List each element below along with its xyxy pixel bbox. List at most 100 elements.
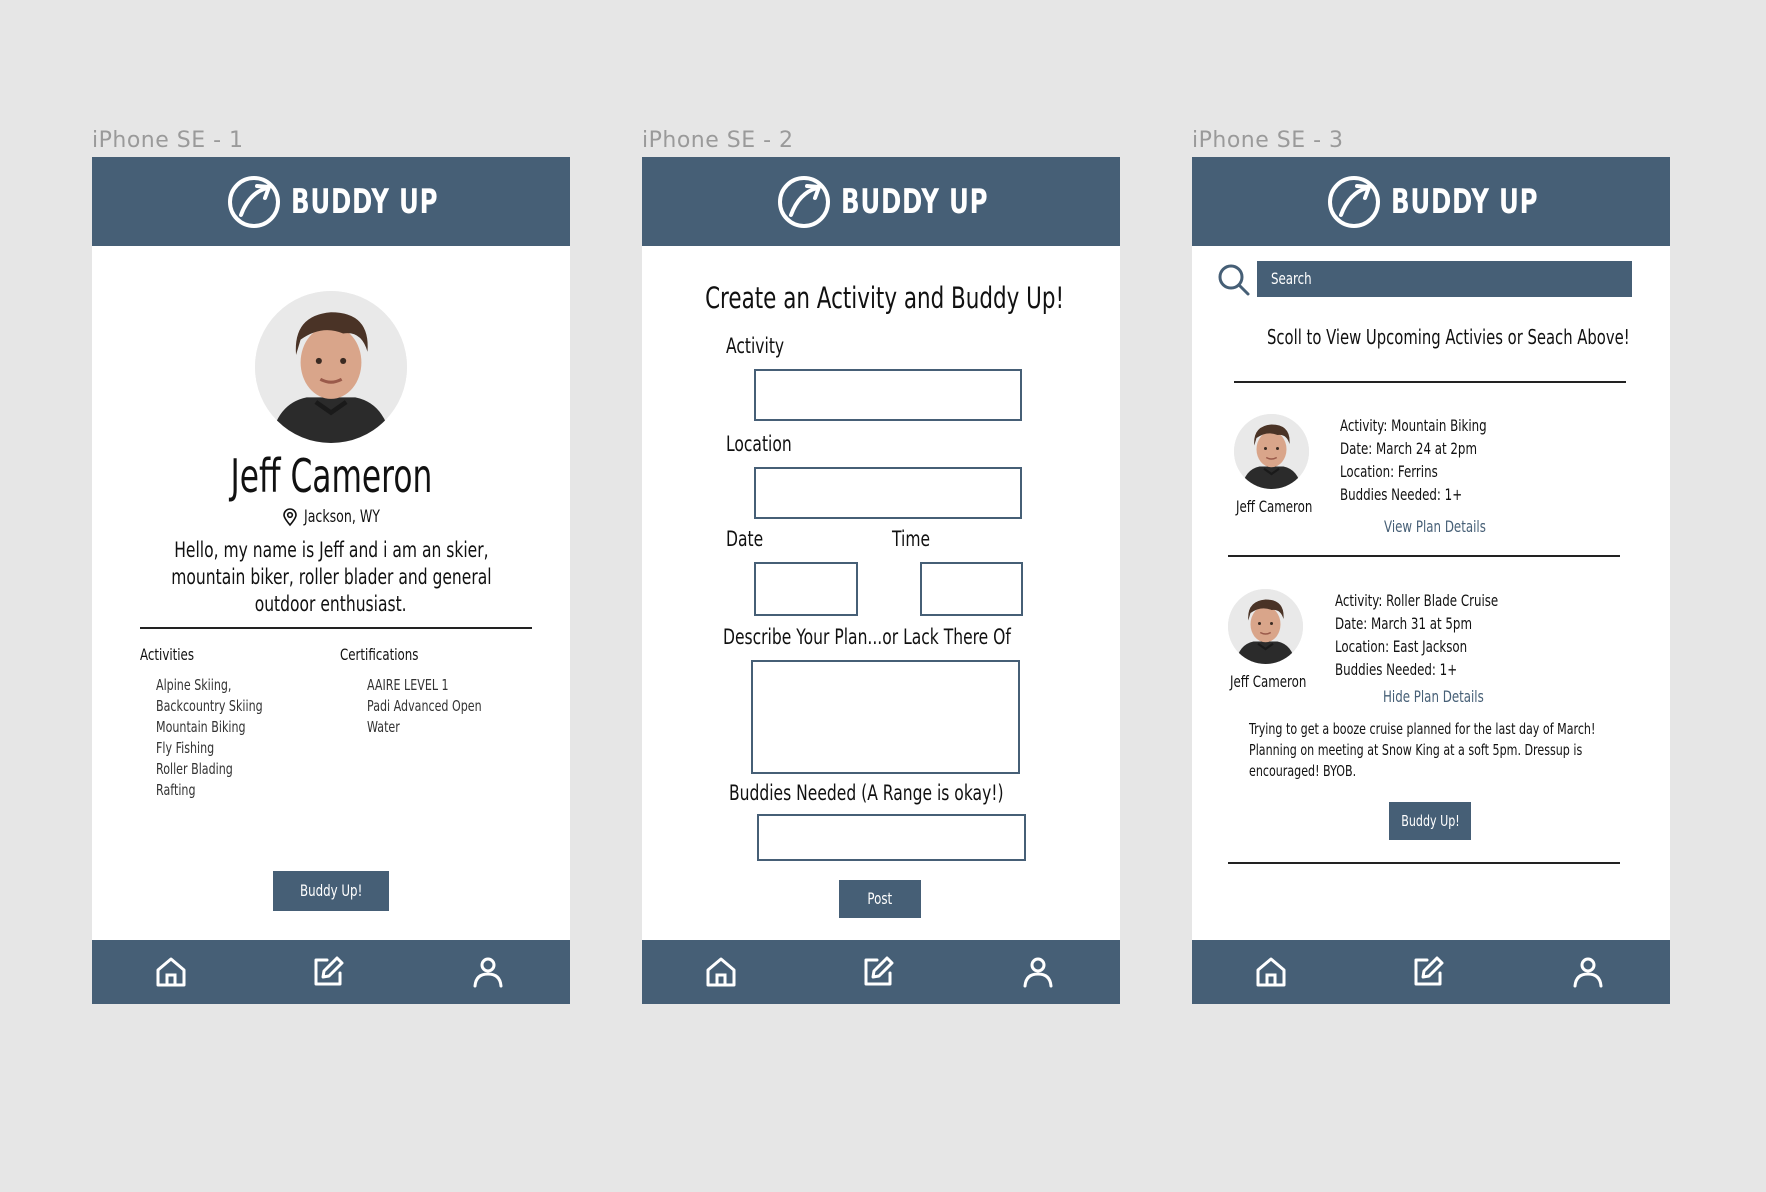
edit-icon[interactable] xyxy=(860,954,896,990)
home-icon[interactable] xyxy=(703,954,739,990)
list-item: Rafting xyxy=(156,781,196,799)
bottom-nav xyxy=(642,940,1120,1004)
home-icon[interactable] xyxy=(1253,954,1289,990)
post-buddies: Buddies Needed: 1+ xyxy=(1335,660,1458,679)
divider xyxy=(1234,381,1626,383)
buddies-label: Buddies Needed (A Range is okay!) xyxy=(729,781,1004,805)
list-item: AAIRE LEVEL 1 xyxy=(367,676,449,694)
profile-bio: Hello, my name is Jeff and i am an skier… xyxy=(92,537,570,618)
date-input[interactable] xyxy=(754,562,858,616)
feed-subtitle: Scoll to View Upcoming Activies or Seach… xyxy=(1267,325,1630,349)
post-buddies: Buddies Needed: 1+ xyxy=(1340,485,1463,504)
details-line: Trying to get a booze cruise planned for… xyxy=(1249,720,1596,738)
avatar-photo xyxy=(1228,589,1303,664)
user-icon[interactable] xyxy=(470,954,506,990)
avatar-photo xyxy=(255,291,407,443)
arrow-circle-logo-icon xyxy=(777,175,831,229)
list-item: Mountain Biking xyxy=(156,718,246,736)
list-item: Alpine Skiing, xyxy=(156,676,232,694)
search-icon[interactable] xyxy=(1217,263,1251,297)
divider xyxy=(140,627,532,629)
buddy-up-button-label: Buddy Up! xyxy=(299,881,363,900)
activities-heading: Activities xyxy=(140,645,195,664)
describe-label: Describe Your Plan...or Lack There Of xyxy=(723,625,1011,649)
post-user: Jeff Cameron xyxy=(1236,497,1313,516)
bottom-nav xyxy=(92,940,570,1004)
app-header: BUDDY UP xyxy=(642,157,1120,246)
list-item: Water xyxy=(367,718,400,736)
describe-textarea[interactable] xyxy=(751,660,1020,774)
post-activity: Activity: Mountain Biking xyxy=(1340,416,1487,435)
list-item: Roller Blading xyxy=(156,760,233,778)
toggle-label: Hide Plan Details xyxy=(1383,687,1484,706)
list-item: Backcountry Skiing xyxy=(156,697,263,715)
profile-location: Jackson, WY xyxy=(304,507,380,527)
list-item: Fly Fishing xyxy=(156,739,215,757)
frame-label-1: iPhone SE - 1 xyxy=(92,128,244,153)
edit-icon[interactable] xyxy=(1410,954,1446,990)
search-placeholder: Search xyxy=(1271,269,1312,288)
divider xyxy=(1228,862,1620,864)
app-header: BUDDY UP xyxy=(92,157,570,246)
post-avatar[interactable] xyxy=(1228,589,1303,664)
arrow-circle-logo-icon xyxy=(1327,175,1381,229)
plan-details-text: Trying to get a booze cruise planned for… xyxy=(1249,719,1670,782)
post-activity: Activity: Roller Blade Cruise xyxy=(1335,591,1499,610)
list-item: Padi Advanced Open xyxy=(367,697,482,715)
activity-input[interactable] xyxy=(754,369,1022,421)
create-activity-screen: BUDDY UP Create an Activity and Buddy Up… xyxy=(642,157,1120,1004)
buddy-up-button-label: Buddy Up! xyxy=(1400,812,1460,830)
post-avatar[interactable] xyxy=(1234,414,1309,489)
post-location: Location: Ferrins xyxy=(1340,462,1438,481)
bio-line: Hello, my name is Jeff and i am an skier… xyxy=(173,538,489,562)
brand-name: BUDDY UP xyxy=(840,181,988,222)
hide-plan-details-link[interactable]: Hide Plan Details xyxy=(1383,687,1519,707)
feed-screen: BUDDY UP Search Scoll to View Upcoming A… xyxy=(1192,157,1670,1004)
date-label: Date xyxy=(726,527,764,551)
bio-line: mountain biker, roller blader and genera… xyxy=(170,565,492,589)
location-pin-icon xyxy=(280,507,300,527)
post-date: Date: March 24 at 2pm xyxy=(1340,439,1477,458)
post-date: Date: March 31 at 5pm xyxy=(1335,614,1472,633)
location-label: Location xyxy=(726,432,792,456)
user-icon[interactable] xyxy=(1020,954,1056,990)
profile-avatar xyxy=(255,291,407,443)
arrow-circle-logo-icon xyxy=(227,175,281,229)
edit-icon[interactable] xyxy=(310,954,346,990)
frame-label-2: iPhone SE - 2 xyxy=(642,128,794,153)
frame-label-3: iPhone SE - 3 xyxy=(1192,128,1344,153)
time-input[interactable] xyxy=(920,562,1023,616)
profile-name: Jeff Cameron xyxy=(230,449,432,503)
post-location: Location: East Jackson xyxy=(1335,637,1468,656)
user-icon[interactable] xyxy=(1570,954,1606,990)
post-button[interactable]: Post xyxy=(839,880,921,918)
activities-list: Alpine Skiing, Backcountry Skiing Mounta… xyxy=(156,675,300,801)
search-input[interactable]: Search xyxy=(1257,261,1632,297)
certifications-heading: Certifications xyxy=(340,645,419,664)
bottom-nav xyxy=(1192,940,1670,1004)
details-line: encouraged! BYOB. xyxy=(1249,762,1357,780)
avatar-photo xyxy=(1234,414,1309,489)
activity-label: Activity xyxy=(726,334,785,358)
toggle-label: View Plan Details xyxy=(1384,517,1486,536)
time-label: Time xyxy=(892,527,931,551)
buddies-needed-input[interactable] xyxy=(757,814,1026,861)
post-user: Jeff Cameron xyxy=(1230,672,1307,691)
app-header: BUDDY UP xyxy=(1192,157,1670,246)
view-plan-details-link[interactable]: View Plan Details xyxy=(1384,517,1522,537)
profile-screen: BUDDY UP Jeff Cameron Jackson, WY Hello,… xyxy=(92,157,570,1004)
post-button-label: Post xyxy=(867,889,893,908)
certifications-list: AAIRE LEVEL 1 Padi Advanced Open Water xyxy=(367,675,522,738)
post-details: Activity: Roller Blade Cruise Date: Marc… xyxy=(1335,590,1556,682)
brand-name: BUDDY UP xyxy=(1390,181,1538,222)
create-title: Create an Activity and Buddy Up! xyxy=(705,281,1065,315)
buddy-up-button[interactable]: Buddy Up! xyxy=(273,871,389,911)
bio-line: outdoor enthusiast. xyxy=(255,592,407,616)
brand-name: BUDDY UP xyxy=(290,181,438,222)
divider xyxy=(1228,555,1620,557)
details-line: Planning on meeting at Snow King at a so… xyxy=(1249,741,1583,759)
post-details: Activity: Mountain Biking Date: March 24… xyxy=(1340,415,1538,507)
home-icon[interactable] xyxy=(153,954,189,990)
buddy-up-button[interactable]: Buddy Up! xyxy=(1389,802,1471,840)
location-input[interactable] xyxy=(754,467,1022,519)
